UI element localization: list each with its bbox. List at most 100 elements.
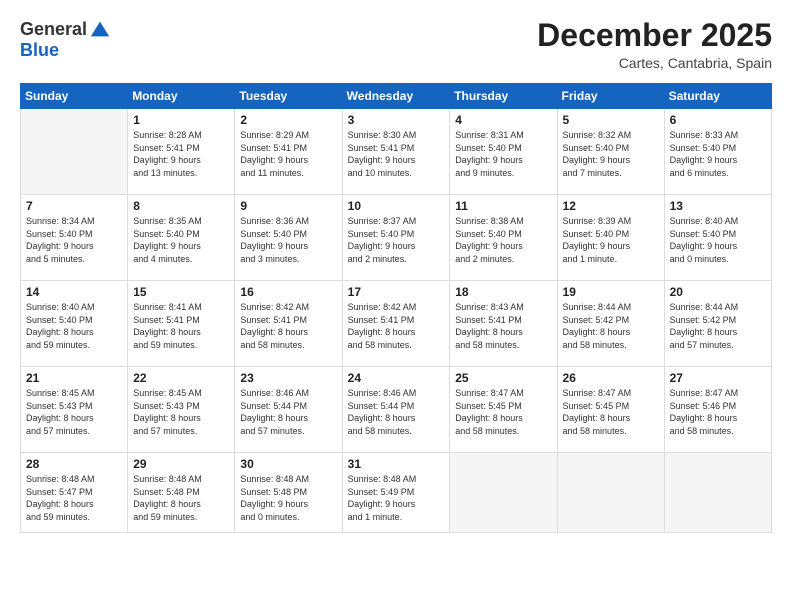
table-row: 30 Sunrise: 8:48 AM Sunset: 5:48 PM Dayli… xyxy=(235,453,342,533)
calendar-table: Sunday Monday Tuesday Wednesday Thursday… xyxy=(20,83,772,533)
day-info: Sunrise: 8:40 AM Sunset: 5:40 PM Dayligh… xyxy=(26,301,122,351)
day-info: Sunrise: 8:47 AM Sunset: 5:45 PM Dayligh… xyxy=(563,387,659,437)
day-number: 25 xyxy=(455,371,551,385)
day-number: 12 xyxy=(563,199,659,213)
day-number: 23 xyxy=(240,371,336,385)
day-info: Sunrise: 8:35 AM Sunset: 5:40 PM Dayligh… xyxy=(133,215,229,265)
table-row: 3Sunrise: 8:30 AM Sunset: 5:41 PM Daylig… xyxy=(342,109,450,195)
col-monday: Monday xyxy=(128,84,235,109)
day-info: Sunrise: 8:42 AM Sunset: 5:41 PM Dayligh… xyxy=(348,301,445,351)
day-number: 4 xyxy=(455,113,551,127)
day-number: 8 xyxy=(133,199,229,213)
day-info: Sunrise: 8:48 AM Sunset: 5:48 PM Dayligh… xyxy=(133,473,229,523)
day-info: Sunrise: 8:46 AM Sunset: 5:44 PM Dayligh… xyxy=(348,387,445,437)
logo: General Blue xyxy=(20,18,111,61)
day-info: Sunrise: 8:40 AM Sunset: 5:40 PM Dayligh… xyxy=(670,215,766,265)
table-row: 23Sunrise: 8:46 AM Sunset: 5:44 PM Dayli… xyxy=(235,367,342,453)
day-info: Sunrise: 8:38 AM Sunset: 5:40 PM Dayligh… xyxy=(455,215,551,265)
day-info: Sunrise: 8:36 AM Sunset: 5:40 PM Dayligh… xyxy=(240,215,336,265)
table-row: 27Sunrise: 8:47 AM Sunset: 5:46 PM Dayli… xyxy=(664,367,771,453)
day-info: Sunrise: 8:29 AM Sunset: 5:41 PM Dayligh… xyxy=(240,129,336,179)
table-row: 6 Sunrise: 8:33 AM Sunset: 5:40 PM Daylig… xyxy=(664,109,771,195)
table-row: 2 Sunrise: 8:29 AM Sunset: 5:41 PM Daylig… xyxy=(235,109,342,195)
calendar-week-row: 14 Sunrise: 8:40 AM Sunset: 5:40 PM Dayli… xyxy=(21,281,772,367)
day-number: 20 xyxy=(670,285,766,299)
table-row: 25 Sunrise: 8:47 AM Sunset: 5:45 PM Dayli… xyxy=(450,367,557,453)
table-row: 11 Sunrise: 8:38 AM Sunset: 5:40 PM Dayli… xyxy=(450,195,557,281)
table-row: 18Sunrise: 8:43 AM Sunset: 5:41 PM Dayli… xyxy=(450,281,557,367)
day-info: Sunrise: 8:39 AM Sunset: 5:40 PM Dayligh… xyxy=(563,215,659,265)
col-saturday: Saturday xyxy=(664,84,771,109)
table-row: 10Sunrise: 8:37 AM Sunset: 5:40 PM Dayli… xyxy=(342,195,450,281)
table-row: 28 Sunrise: 8:48 AM Sunset: 5:47 PM Dayli… xyxy=(21,453,128,533)
col-tuesday: Tuesday xyxy=(235,84,342,109)
day-info: Sunrise: 8:44 AM Sunset: 5:42 PM Dayligh… xyxy=(670,301,766,351)
logo-general-text: General xyxy=(20,19,87,40)
day-number: 30 xyxy=(240,457,336,471)
day-number: 7 xyxy=(26,199,122,213)
day-number: 31 xyxy=(348,457,445,471)
day-info: Sunrise: 8:34 AM Sunset: 5:40 PM Dayligh… xyxy=(26,215,122,265)
title-block: December 2025 Cartes, Cantabria, Spain xyxy=(537,18,772,71)
calendar-header-row: Sunday Monday Tuesday Wednesday Thursday… xyxy=(21,84,772,109)
table-row: 1Sunrise: 8:28 AM Sunset: 5:41 PM Daylig… xyxy=(128,109,235,195)
day-info: Sunrise: 8:45 AM Sunset: 5:43 PM Dayligh… xyxy=(26,387,122,437)
day-number: 13 xyxy=(670,199,766,213)
day-info: Sunrise: 8:41 AM Sunset: 5:41 PM Dayligh… xyxy=(133,301,229,351)
table-row: 29 Sunrise: 8:48 AM Sunset: 5:48 PM Dayli… xyxy=(128,453,235,533)
col-thursday: Thursday xyxy=(450,84,557,109)
table-row: 20 Sunrise: 8:44 AM Sunset: 5:42 PM Dayli… xyxy=(664,281,771,367)
calendar-week-row: 28 Sunrise: 8:48 AM Sunset: 5:47 PM Dayli… xyxy=(21,453,772,533)
day-info: Sunrise: 8:31 AM Sunset: 5:40 PM Dayligh… xyxy=(455,129,551,179)
month-title: December 2025 xyxy=(537,18,772,53)
day-number: 19 xyxy=(563,285,659,299)
day-info: Sunrise: 8:33 AM Sunset: 5:40 PM Dayligh… xyxy=(670,129,766,179)
day-number: 21 xyxy=(26,371,122,385)
table-row: 8 Sunrise: 8:35 AM Sunset: 5:40 PM Daylig… xyxy=(128,195,235,281)
table-row: 21 Sunrise: 8:45 AM Sunset: 5:43 PM Dayli… xyxy=(21,367,128,453)
day-info: Sunrise: 8:47 AM Sunset: 5:45 PM Dayligh… xyxy=(455,387,551,437)
day-number: 11 xyxy=(455,199,551,213)
table-row: 26Sunrise: 8:47 AM Sunset: 5:45 PM Dayli… xyxy=(557,367,664,453)
day-info: Sunrise: 8:44 AM Sunset: 5:42 PM Dayligh… xyxy=(563,301,659,351)
day-info: Sunrise: 8:48 AM Sunset: 5:49 PM Dayligh… xyxy=(348,473,445,523)
calendar-week-row: 1Sunrise: 8:28 AM Sunset: 5:41 PM Daylig… xyxy=(21,109,772,195)
table-row: 13 Sunrise: 8:40 AM Sunset: 5:40 PM Dayli… xyxy=(664,195,771,281)
location: Cartes, Cantabria, Spain xyxy=(537,55,772,71)
day-info: Sunrise: 8:48 AM Sunset: 5:47 PM Dayligh… xyxy=(26,473,122,523)
day-number: 15 xyxy=(133,285,229,299)
day-info: Sunrise: 8:43 AM Sunset: 5:41 PM Dayligh… xyxy=(455,301,551,351)
table-row: 4 Sunrise: 8:31 AM Sunset: 5:40 PM Daylig… xyxy=(450,109,557,195)
table-row xyxy=(21,109,128,195)
day-number: 16 xyxy=(240,285,336,299)
col-friday: Friday xyxy=(557,84,664,109)
day-number: 22 xyxy=(133,371,229,385)
day-number: 24 xyxy=(348,371,445,385)
day-number: 2 xyxy=(240,113,336,127)
table-row xyxy=(664,453,771,533)
day-number: 17 xyxy=(348,285,445,299)
col-sunday: Sunday xyxy=(21,84,128,109)
table-row: 9 Sunrise: 8:36 AM Sunset: 5:40 PM Daylig… xyxy=(235,195,342,281)
day-info: Sunrise: 8:45 AM Sunset: 5:43 PM Dayligh… xyxy=(133,387,229,437)
day-info: Sunrise: 8:32 AM Sunset: 5:40 PM Dayligh… xyxy=(563,129,659,179)
day-info: Sunrise: 8:48 AM Sunset: 5:48 PM Dayligh… xyxy=(240,473,336,523)
table-row: 24 Sunrise: 8:46 AM Sunset: 5:44 PM Dayli… xyxy=(342,367,450,453)
day-number: 9 xyxy=(240,199,336,213)
calendar-week-row: 21 Sunrise: 8:45 AM Sunset: 5:43 PM Dayli… xyxy=(21,367,772,453)
day-number: 27 xyxy=(670,371,766,385)
day-number: 6 xyxy=(670,113,766,127)
table-row: 12 Sunrise: 8:39 AM Sunset: 5:40 PM Dayli… xyxy=(557,195,664,281)
logo-blue-text: Blue xyxy=(20,40,59,61)
table-row: 14 Sunrise: 8:40 AM Sunset: 5:40 PM Dayli… xyxy=(21,281,128,367)
table-row: 22 Sunrise: 8:45 AM Sunset: 5:43 PM Dayli… xyxy=(128,367,235,453)
day-number: 29 xyxy=(133,457,229,471)
table-row: 19 Sunrise: 8:44 AM Sunset: 5:42 PM Dayli… xyxy=(557,281,664,367)
day-number: 14 xyxy=(26,285,122,299)
day-number: 28 xyxy=(26,457,122,471)
table-row xyxy=(557,453,664,533)
table-row: 7 Sunrise: 8:34 AM Sunset: 5:40 PM Daylig… xyxy=(21,195,128,281)
day-number: 3 xyxy=(348,113,445,127)
logo-icon xyxy=(89,18,111,40)
day-number: 10 xyxy=(348,199,445,213)
